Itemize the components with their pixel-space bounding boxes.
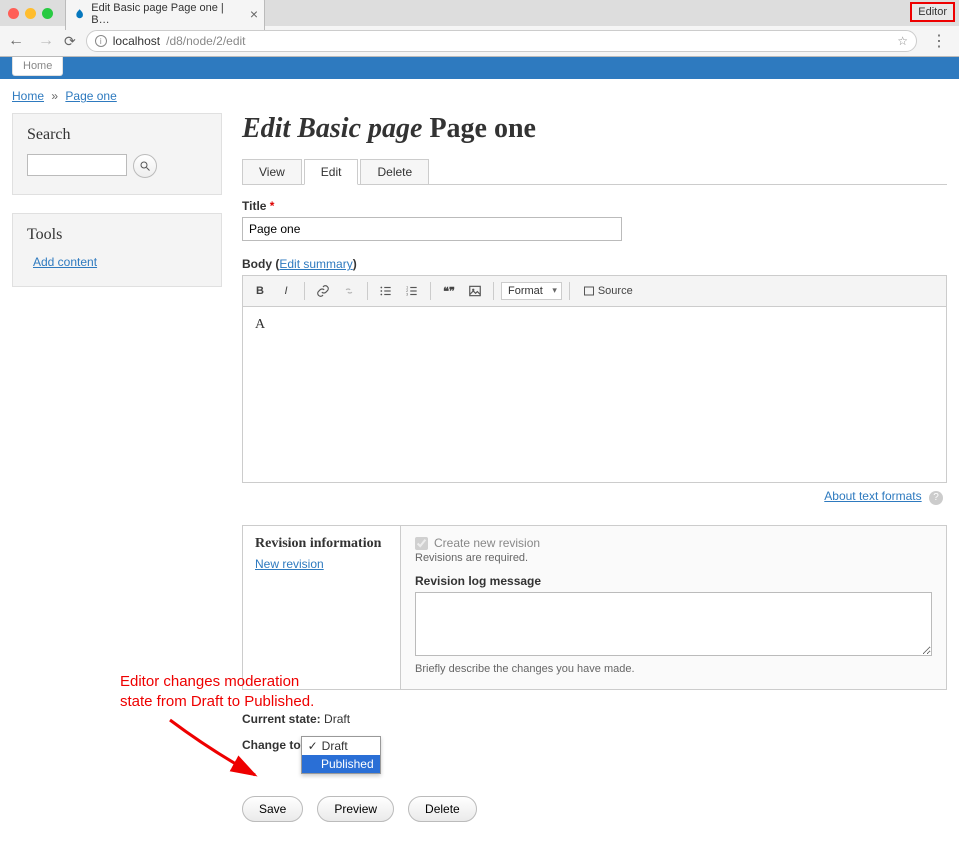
bookmark-star-icon[interactable]: ☆ [897,34,908,48]
add-content-link[interactable]: Add content [27,255,97,269]
current-state-row: Current state: Draft [242,712,947,726]
search-input[interactable] [27,154,127,176]
title-label: Title * [242,199,947,213]
close-window-icon[interactable] [8,8,19,19]
form-actions: Save Preview Delete [242,796,947,822]
source-icon [583,285,595,297]
browser-tab[interactable]: Edit Basic page Page one | B… × [65,0,265,30]
tools-heading: Tools [27,226,207,244]
italic-icon[interactable]: I [275,280,297,302]
minimize-window-icon[interactable] [25,8,36,19]
blockquote-icon[interactable]: ❝❞ [438,280,460,302]
body-label: Body (Edit summary) [242,257,947,271]
toolbar-home-tab[interactable]: Home [12,57,63,76]
svg-text:3: 3 [406,293,408,297]
tab-close-icon[interactable]: × [250,6,258,22]
revision-heading: Revision information [255,536,388,552]
search-button[interactable] [133,154,157,178]
url-path: /d8/node/2/edit [166,34,245,48]
help-icon[interactable]: ? [929,491,943,505]
option-draft[interactable]: ✓Draft [302,737,380,755]
site-info-icon[interactable]: i [95,35,107,47]
breadcrumb-sep: » [47,89,62,103]
tab-edit[interactable]: Edit [304,159,359,185]
revision-log-desc: Briefly describe the changes you have ma… [415,663,932,675]
browser-menu-icon[interactable]: ⋮ [927,31,951,51]
breadcrumb: Home » Page one [0,79,959,113]
editor-body[interactable]: A [243,307,946,482]
reload-icon[interactable]: ⟳ [64,33,76,50]
breadcrumb-home[interactable]: Home [12,89,44,103]
moderation-state-select[interactable]: ✓Draft Published [301,736,381,774]
revisions-required-text: Revisions are required. [415,552,932,564]
page-title: Edit Basic page Page one [242,113,947,145]
maximize-window-icon[interactable] [42,8,53,19]
breadcrumb-page[interactable]: Page one [65,89,116,103]
url-host: localhost [113,34,160,48]
search-block: Search [12,113,222,195]
new-revision-link[interactable]: New revision [255,557,324,571]
title-field[interactable] [242,217,622,241]
bold-icon[interactable]: B [249,280,271,302]
create-revision-input [415,537,428,550]
editor-badge: Editor [910,2,955,22]
create-revision-checkbox: Create new revision [415,536,932,550]
save-button[interactable]: Save [242,796,303,822]
drupal-icon [74,8,85,20]
forward-icon: → [38,32,54,50]
numbered-list-icon[interactable]: 123 [401,280,423,302]
traffic-lights [8,8,65,19]
editor-toolbar: B I 123 ❝❞ [243,276,946,307]
local-tasks: View Edit Delete [242,159,947,185]
edit-summary-link[interactable]: Edit summary [279,257,352,271]
link-icon[interactable] [312,280,334,302]
preview-button[interactable]: Preview [317,796,394,822]
unlink-icon[interactable] [338,280,360,302]
text-formats-link-row: About text formats ? [242,483,947,525]
format-select[interactable]: Format [501,282,562,300]
about-text-formats-link[interactable]: About text formats [824,489,921,503]
back-icon[interactable]: ← [8,32,24,50]
search-icon [139,160,151,172]
browser-chrome: Edit Basic page Page one | B… × Editor ←… [0,0,959,57]
tools-block: Tools Add content [12,213,222,287]
revision-panel: Revision information New revision Create… [242,525,947,690]
address-bar[interactable]: i localhost/d8/node/2/edit ☆ [86,30,917,52]
tab-title: Edit Basic page Page one | B… [91,2,236,26]
option-published[interactable]: Published [302,755,380,773]
bulleted-list-icon[interactable] [375,280,397,302]
wysiwyg-editor: B I 123 ❝❞ [242,275,947,483]
tab-delete[interactable]: Delete [360,159,429,185]
image-icon[interactable] [464,280,486,302]
site-toolbar: Home [0,57,959,79]
revision-log-textarea[interactable] [415,592,932,656]
delete-button[interactable]: Delete [408,796,477,822]
search-heading: Search [27,126,207,144]
tab-view[interactable]: View [242,159,302,185]
revision-log-label: Revision log message [415,574,932,588]
change-to-row: Change to ✓Draft Published [242,736,947,774]
source-button[interactable]: Source [577,280,639,302]
